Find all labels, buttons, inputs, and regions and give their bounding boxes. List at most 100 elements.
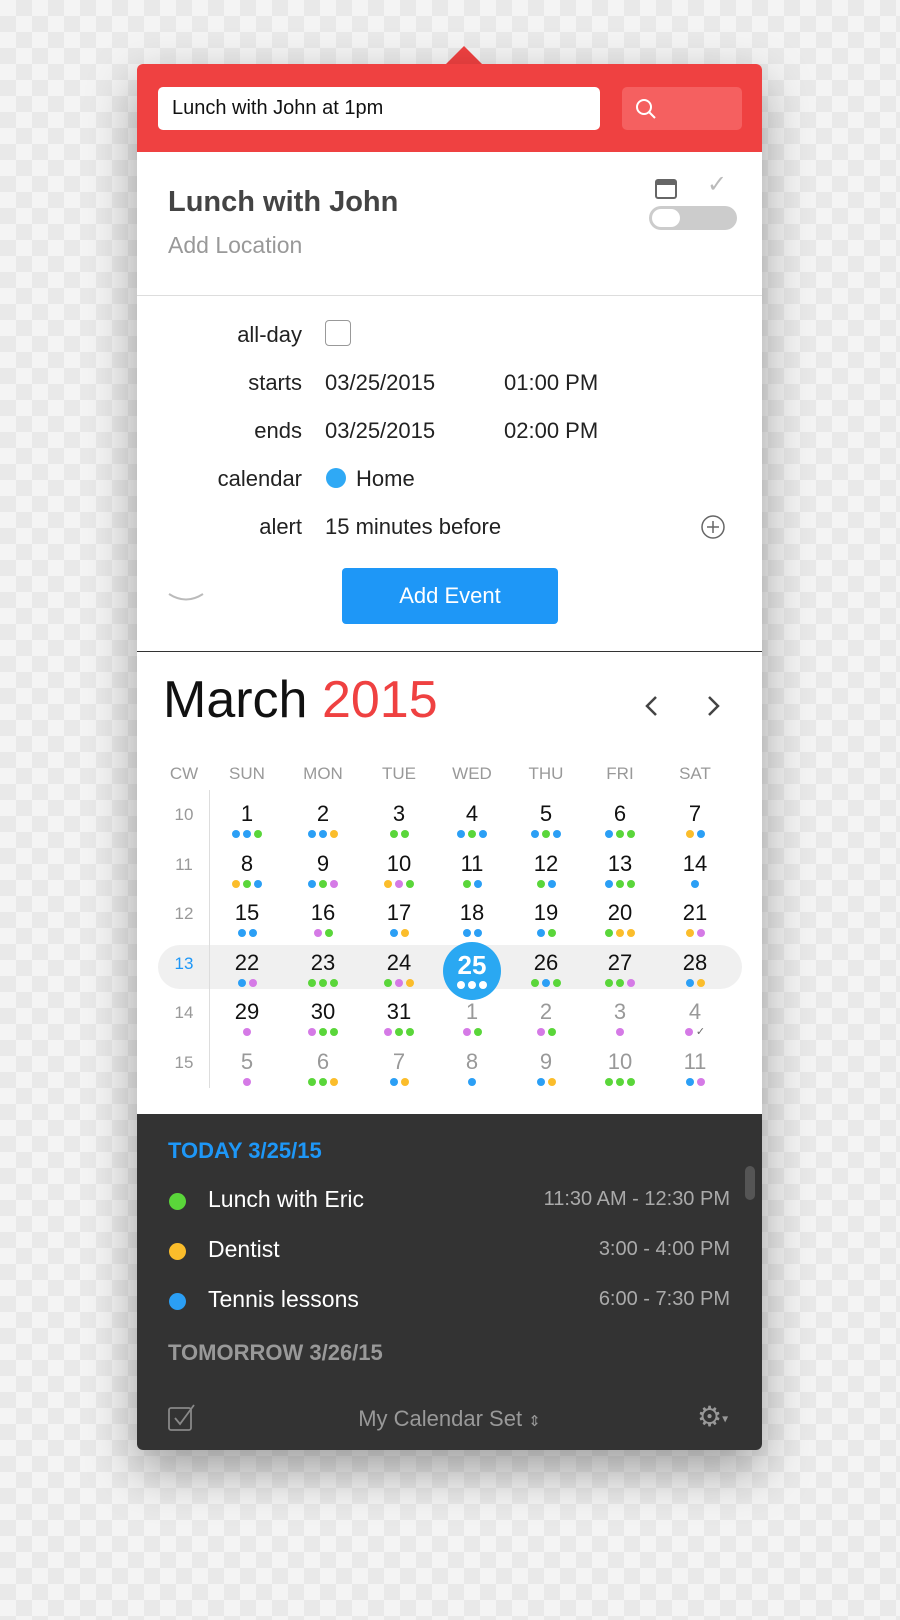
calendar-day[interactable]: 5 [217, 1049, 277, 1086]
calendar-day[interactable]: 29 [217, 999, 277, 1036]
calendar-day[interactable]: 6 [590, 801, 650, 838]
calendar-day[interactable]: 10 [590, 1049, 650, 1086]
calendar-day[interactable]: 28 [665, 950, 725, 987]
checkmark-icon[interactable]: ✓ [707, 170, 727, 199]
calendar-day[interactable]: 4 [442, 801, 502, 838]
ends-date[interactable]: 03/25/2015 [325, 418, 435, 444]
calendar-day[interactable]: 7 [369, 1049, 429, 1086]
search-button[interactable] [622, 87, 742, 130]
calendar-day[interactable]: 1 [217, 801, 277, 838]
weekday-header: SAT [679, 764, 711, 783]
calendar-icon[interactable] [654, 176, 678, 200]
day-number: 6 [613, 801, 627, 826]
event-dot [473, 929, 482, 937]
calendar-day[interactable]: 1 [442, 999, 502, 1036]
alert-select[interactable]: 15 minutes before [325, 514, 501, 540]
calendar-day[interactable]: 10 [369, 851, 429, 888]
event-dot [308, 830, 316, 838]
quick-entry-input[interactable] [158, 87, 600, 130]
calendar-day[interactable]: 27 [590, 950, 650, 987]
event-dot [605, 1077, 613, 1086]
event-dot [384, 879, 392, 888]
week-number: 11 [175, 854, 193, 874]
calendar-day[interactable]: 23 [293, 950, 353, 987]
month-title: March 2015 [163, 670, 438, 730]
calendar-set-selector[interactable]: My Calendar Set ⇕ [137, 1406, 762, 1432]
calendar-day[interactable]: 22 [217, 950, 277, 987]
gear-icon[interactable]: ⚙▾ [697, 1400, 728, 1433]
next-month-icon[interactable] [703, 694, 723, 718]
calendar-day[interactable]: 8 [217, 851, 277, 888]
calendar-day[interactable]: 4 ✓ [665, 999, 725, 1038]
calendar-day[interactable]: 14 [665, 851, 725, 888]
event-dot [696, 929, 705, 937]
allday-checkbox[interactable] [325, 320, 351, 346]
event-dot [243, 879, 251, 888]
agenda-event[interactable]: Lunch with Eric 11:30 AM - 12:30 PM [137, 1186, 762, 1216]
event-dot [319, 1077, 327, 1086]
calendar-day[interactable]: 3 [590, 999, 650, 1036]
calendar-day[interactable]: 2 [293, 801, 353, 838]
event-dot [685, 929, 694, 937]
calendar-day[interactable]: 2 [516, 999, 576, 1036]
week-number: 15 [174, 1052, 194, 1072]
add-location-field[interactable]: Add Location [168, 232, 302, 259]
cw-separator [209, 790, 210, 1088]
day-number: 12 [533, 850, 559, 876]
calendar-select[interactable]: Home [356, 466, 415, 492]
calendar-day-today[interactable]: 25 [442, 950, 502, 989]
calendar-day[interactable]: 3 [369, 801, 429, 838]
event-task-toggle[interactable] [649, 206, 737, 230]
event-dot [627, 830, 635, 838]
day-number: 6 [316, 1048, 330, 1074]
add-event-button[interactable]: Add Event [342, 568, 558, 624]
calendar-day[interactable]: 11 [665, 1049, 725, 1086]
divider [137, 651, 762, 652]
event-dot [473, 879, 482, 888]
day-number: 5 [539, 801, 553, 826]
scrollbar[interactable] [745, 1166, 755, 1200]
event-dot [389, 1077, 398, 1086]
starts-date[interactable]: 03/25/2015 [325, 370, 435, 396]
calendar-day[interactable]: 16 [293, 900, 353, 937]
calendar-day[interactable]: 31 [369, 999, 429, 1036]
week-number: 14 [174, 1003, 194, 1022]
calendar-day[interactable]: 30 [293, 999, 353, 1036]
event-title[interactable]: Lunch with John [168, 186, 398, 219]
calendar-day[interactable]: 11 [442, 851, 502, 888]
event-dot [319, 879, 327, 888]
starts-time[interactable]: 01:00 PM [504, 370, 598, 396]
calendar-day[interactable]: 19 [516, 900, 576, 937]
calendar-day[interactable]: 26 [516, 950, 576, 987]
day-number: 2 [316, 801, 330, 826]
calendar-day[interactable]: 8 [442, 1049, 502, 1086]
event-dot [400, 830, 409, 838]
expand-chevron-icon[interactable] [167, 591, 205, 603]
event-dot [547, 1077, 556, 1086]
calendar-day[interactable]: 18 [442, 900, 502, 937]
calendar-day[interactable]: 9 [293, 851, 353, 888]
event-name: Tennis lessons [208, 1286, 359, 1312]
calendar-day[interactable]: 24 [369, 950, 429, 987]
weekday-header: FRI [606, 764, 634, 783]
event-dot [248, 929, 257, 937]
add-alert-plus-icon[interactable] [700, 514, 726, 540]
day-number: 13 [607, 850, 633, 876]
ends-time[interactable]: 02:00 PM [504, 418, 598, 444]
calendar-day[interactable]: 5 [516, 801, 576, 838]
calendar-day[interactable]: 17 [369, 900, 429, 937]
calendar-day[interactable]: 20 [590, 900, 650, 937]
calendar-day[interactable]: 9 [516, 1049, 576, 1086]
today-header: TODAY 3/25/15 [168, 1138, 322, 1163]
calendar-day[interactable]: 21 [665, 900, 725, 937]
calendar-day[interactable]: 6 [293, 1049, 353, 1086]
calendar-day[interactable]: 15 [217, 900, 277, 937]
agenda-event[interactable]: Tennis lessons 6:00 - 7:30 PM [137, 1286, 762, 1316]
calendar-day[interactable]: 13 [590, 851, 650, 888]
agenda-event[interactable]: Dentist 3:00 - 4:00 PM [137, 1236, 762, 1266]
calendar-day[interactable]: 7 [665, 801, 725, 838]
calendar-day[interactable]: 12 [516, 851, 576, 888]
day-number: 15 [234, 900, 260, 925]
event-dot [330, 1077, 338, 1086]
previous-month-icon[interactable] [642, 694, 662, 718]
